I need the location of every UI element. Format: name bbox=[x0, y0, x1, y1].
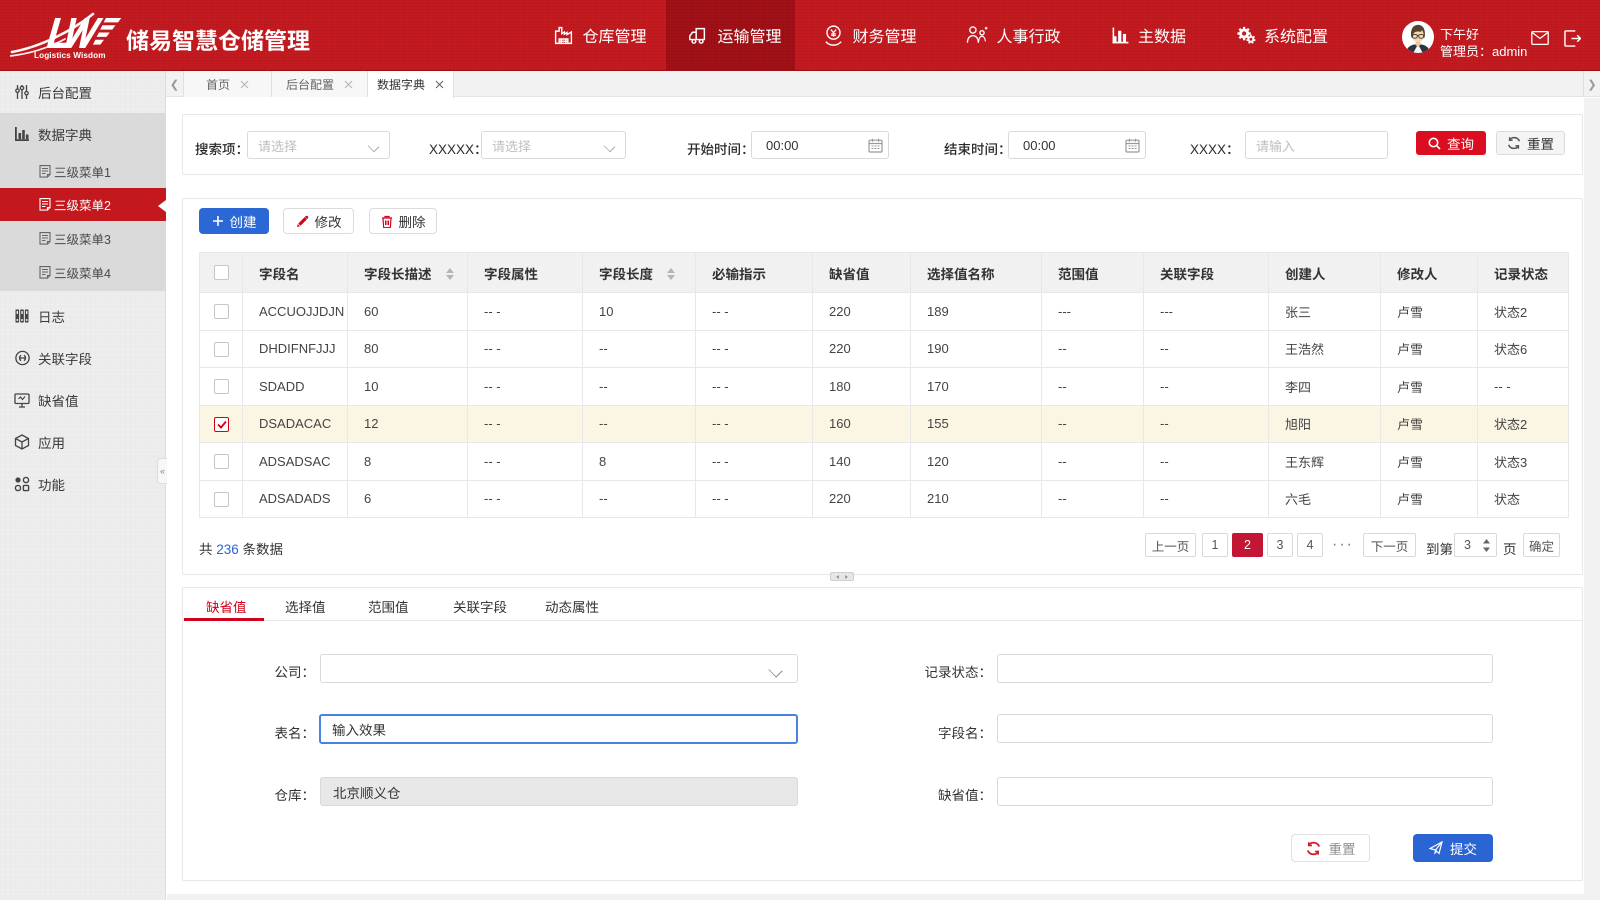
svg-text:Logistics Wisdom: Logistics Wisdom bbox=[34, 51, 106, 60]
